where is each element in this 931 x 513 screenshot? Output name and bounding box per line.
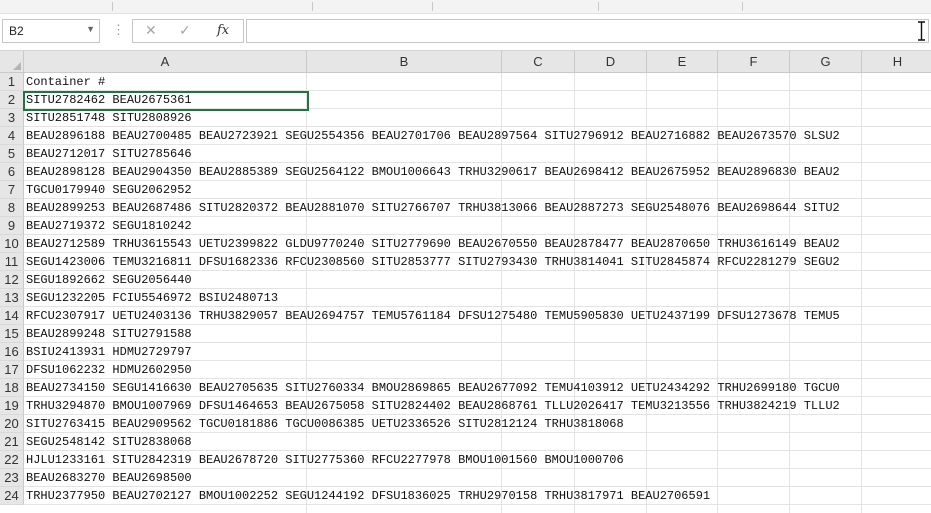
cell-a2[interactable]: SITU2782462 BEAU2675361 [26,91,192,109]
select-all-corner[interactable] [0,51,24,73]
cell-a13[interactable]: SEGU1232205 FCIU5546972 BSIU2480713 [26,289,278,307]
row-header-6[interactable]: 6 [0,163,24,181]
insert-function-icon[interactable]: fx [217,23,229,38]
cell-a8[interactable]: BEAU2899253 BEAU2687486 SITU2820372 BEAU… [26,199,840,217]
row-header-1[interactable]: 1 [0,73,24,91]
row-header-15[interactable]: 15 [0,325,24,343]
formula-bar: B2 ▼ ⋮ ✕ ✓ fx [0,14,931,51]
row-header-23[interactable]: 23 [0,469,24,487]
cell-a20[interactable]: SITU2763415 BEAU2909562 TGCU0181886 TGCU… [26,415,624,433]
row-header-4[interactable]: 4 [0,127,24,145]
row-header-11[interactable]: 11 [0,253,24,271]
drag-handle-icon[interactable]: ⋮ [112,23,125,37]
chevron-down-icon[interactable]: ▼ [86,24,95,34]
cell-a14[interactable]: RFCU2307917 UETU2403136 TRHU3829057 BEAU… [26,307,840,325]
column-header-g[interactable]: G [790,51,862,73]
ribbon-separator [432,2,433,11]
cell-a6[interactable]: BEAU2898128 BEAU2904350 BEAU2885389 SEGU… [26,163,840,181]
cell-a18[interactable]: BEAU2734150 SEGU1416630 BEAU2705635 SITU… [26,379,840,397]
column-header-c[interactable]: C [502,51,575,73]
name-box-value[interactable]: B2 [9,24,24,38]
cell-a1[interactable]: Container # [26,73,105,91]
cell-a10[interactable]: BEAU2712589 TRHU3615543 UETU2399822 GLDU… [26,235,840,253]
column-header-f[interactable]: F [718,51,790,73]
formula-input[interactable] [246,19,929,43]
formula-buttons: ✕ ✓ fx [132,19,244,43]
row-header-24[interactable]: 24 [0,487,24,505]
column-header-d[interactable]: D [575,51,647,73]
check-icon[interactable]: ✓ [179,22,191,39]
cell-a15[interactable]: BEAU2899248 SITU2791588 [26,325,192,343]
cell-a16[interactable]: BSIU2413931 HDMU2729797 [26,343,192,361]
cell-a23[interactable]: BEAU2683270 BEAU2698500 [26,469,192,487]
cancel-icon[interactable]: ✕ [145,22,157,39]
cell-a11[interactable]: SEGU1423006 TEMU3216811 DFSU1682336 RFCU… [26,253,840,271]
row-header-7[interactable]: 7 [0,181,24,199]
row-header-12[interactable]: 12 [0,271,24,289]
row-header-18[interactable]: 18 [0,379,24,397]
spreadsheet-grid[interactable]: ABCDEFGH 1 Container #2 SITU2782462 BEAU26… [0,51,931,513]
row-header-9[interactable]: 9 [0,217,24,235]
row-header-17[interactable]: 17 [0,361,24,379]
row-header-8[interactable]: 8 [0,199,24,217]
column-gridline [861,73,862,513]
cell-a4[interactable]: BEAU2896188 BEAU2700485 BEAU2723921 SEGU… [26,127,840,145]
text-cursor-icon [918,21,925,41]
row-header-14[interactable]: 14 [0,307,24,325]
select-all-icon [13,62,21,70]
row-header-19[interactable]: 19 [0,397,24,415]
cell-a7[interactable]: TGCU0179940 SEGU2062952 [26,181,192,199]
cell-a19[interactable]: TRHU3294870 BMOU1007969 DFSU1464653 BEAU… [26,397,840,415]
row-header-16[interactable]: 16 [0,343,24,361]
ribbon-separator [112,2,113,11]
ribbon-separator [598,2,599,11]
cell-a22[interactable]: HJLU1233161 SITU2842319 BEAU2678720 SITU… [26,451,624,469]
cell-a21[interactable]: SEGU2548142 SITU2838068 [26,433,192,451]
column-header-e[interactable]: E [647,51,718,73]
column-header-a[interactable]: A [24,51,307,73]
ribbon-group-labels [0,0,931,14]
column-header-h[interactable]: H [862,51,931,73]
cell-a17[interactable]: DFSU1062232 HDMU2602950 [26,361,192,379]
cell-a5[interactable]: BEAU2712017 SITU2785646 [26,145,192,163]
column-header-b[interactable]: B [307,51,502,73]
ribbon-separator [312,2,313,11]
name-box[interactable]: B2 ▼ [2,19,100,43]
row-header-3[interactable]: 3 [0,109,24,127]
row-header-20[interactable]: 20 [0,415,24,433]
row-header-10[interactable]: 10 [0,235,24,253]
row-header-13[interactable]: 13 [0,289,24,307]
row-header-21[interactable]: 21 [0,433,24,451]
cell-a24[interactable]: TRHU2377950 BEAU2702127 BMOU1002252 SEGU… [26,487,710,505]
cell-a9[interactable]: BEAU2719372 SEGU1810242 [26,217,192,235]
ribbon-separator [742,2,743,11]
row-header-5[interactable]: 5 [0,145,24,163]
row-header-2[interactable]: 2 [0,91,24,109]
cell-a3[interactable]: SITU2851748 SITU2808926 [26,109,192,127]
cell-a12[interactable]: SEGU1892662 SEGU2056440 [26,271,192,289]
row-header-22[interactable]: 22 [0,451,24,469]
